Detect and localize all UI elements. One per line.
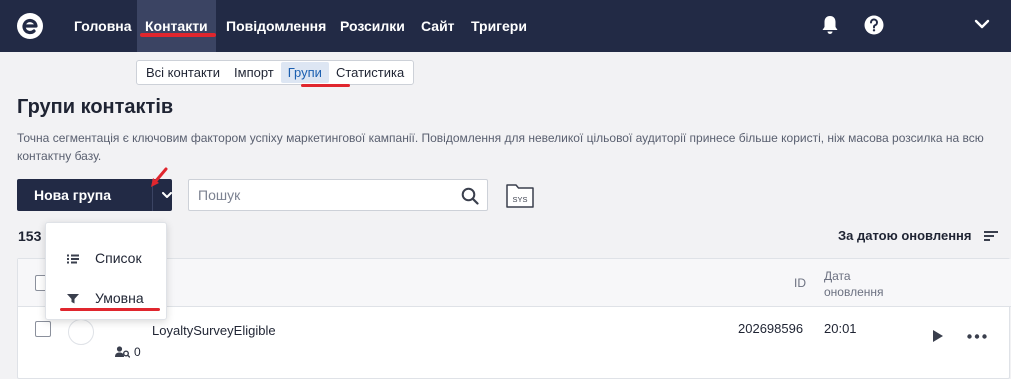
group-updated-date: 20:01 [824, 321, 857, 336]
chevron-down-icon[interactable] [162, 192, 172, 199]
page-title: Групи контактів [17, 96, 174, 118]
column-header-id: ID [794, 276, 806, 290]
subtabs: Всі контакти Імпорт Групи Статистика [136, 60, 415, 85]
groups-count: 153 [18, 228, 42, 244]
sys-label: SYS [512, 195, 527, 204]
column-header-date[interactable]: Дата оновлення [824, 268, 904, 300]
tab-statistics[interactable]: Статистика [329, 62, 411, 83]
nav-item-contacts[interactable]: Контакти [137, 0, 216, 52]
new-group-label: Нова група [34, 187, 111, 203]
chevron-down-icon[interactable] [974, 18, 990, 30]
dropdown-item-list[interactable]: Список [46, 241, 166, 277]
nav-item-home[interactable]: Головна [74, 0, 132, 52]
annotation-underline [301, 84, 350, 87]
page-description: Точна сегментація є ключовим фактором ус… [17, 131, 984, 163]
help-icon[interactable] [864, 15, 884, 35]
tab-groups[interactable]: Групи [280, 62, 329, 83]
tab-import[interactable]: Імпорт [227, 62, 281, 83]
nav-item-messages[interactable]: Повідомлення [226, 0, 326, 52]
annotation-arrow-icon [151, 167, 168, 187]
search-icon[interactable] [461, 187, 479, 205]
group-id: 202698596 [738, 321, 804, 336]
tab-all-contacts[interactable]: Всі контакти [139, 62, 227, 83]
list-icon [67, 254, 79, 264]
table-row[interactable]: LoyaltySurveyEligible 0 202698596 20:01 [18, 307, 1011, 379]
nav-item-site[interactable]: Сайт [421, 0, 455, 52]
group-avatar [68, 319, 94, 345]
logo-icon[interactable] [16, 12, 44, 40]
filter-funnel-icon [67, 294, 79, 304]
search-box [188, 179, 488, 211]
dropdown-item-label: Умовна [95, 290, 144, 306]
more-options-icon[interactable] [967, 334, 987, 339]
system-groups-folder-icon[interactable]: SYS [505, 180, 535, 210]
sort-icon[interactable] [984, 230, 998, 242]
annotation-underline [60, 308, 160, 311]
annotation-underline [140, 33, 216, 37]
group-name[interactable]: LoyaltySurveyEligible [152, 323, 276, 338]
dropdown-item-conditional[interactable]: Умовна [46, 281, 166, 317]
sort-label[interactable]: За датою оновлення [838, 228, 971, 243]
top-nav: Головна Контакти Повідомлення Розсилки С… [0, 0, 1011, 52]
column-header-date-line2: оновлення [824, 285, 884, 299]
dropdown-item-label: Список [95, 250, 142, 266]
row-checkbox[interactable] [35, 321, 51, 337]
search-input[interactable] [198, 186, 448, 204]
group-contacts-count: 0 [134, 345, 141, 359]
contacts-icon [115, 346, 130, 358]
bell-icon[interactable] [821, 15, 839, 35]
nav-item-mailings[interactable]: Розсилки [340, 0, 405, 52]
nav-item-triggers[interactable]: Тригери [471, 0, 527, 52]
play-icon[interactable] [932, 329, 944, 343]
column-header-date-line1: Дата [824, 269, 851, 283]
new-group-dropdown: Список Умовна [45, 222, 167, 320]
